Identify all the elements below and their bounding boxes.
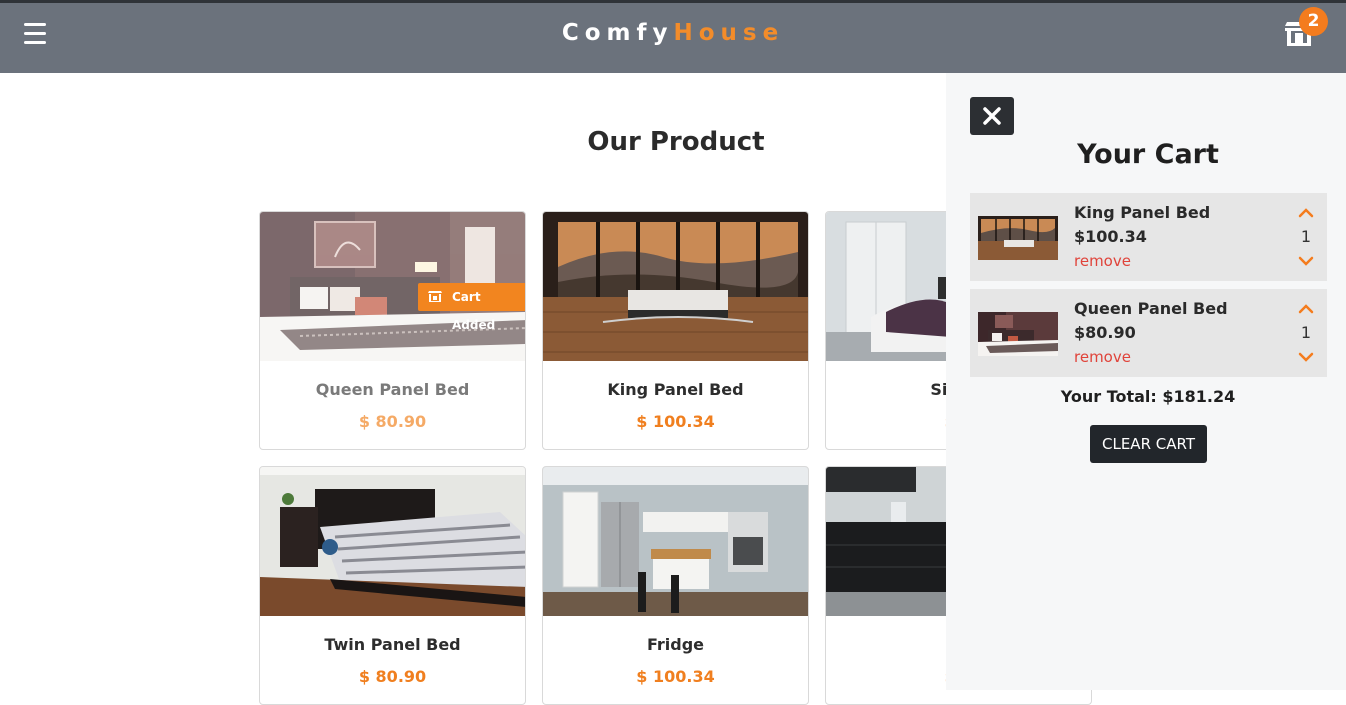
chevron-up-icon[interactable] xyxy=(1296,205,1316,221)
chevron-down-icon[interactable] xyxy=(1296,253,1316,269)
cart-total: Your Total: $181.24 xyxy=(1060,387,1236,406)
cart-title: Your Cart xyxy=(1077,139,1219,170)
cart-item: King Panel Bed $100.34 remove 1 xyxy=(970,193,1327,281)
brand-part1: Comfy xyxy=(561,20,674,46)
cart-count-badge: 2 xyxy=(1299,7,1328,36)
cart-icon xyxy=(428,291,442,302)
navbar: ComfyHouse 2 xyxy=(0,3,1346,73)
cart-added-button[interactable]: Cart Added xyxy=(418,283,525,332)
product-name: Queen Panel Bed xyxy=(315,380,470,399)
cart-item-remove-link[interactable]: remove xyxy=(1074,252,1131,270)
brand-part2: House xyxy=(673,20,785,46)
product-price: $ 100.34 xyxy=(636,667,715,686)
cart-item-thumbnail-king-bed xyxy=(978,216,1058,260)
product-image-king-bed xyxy=(543,212,808,361)
cart-item-price: $100.34 xyxy=(1074,227,1147,246)
close-icon xyxy=(983,107,1001,125)
clear-cart-button[interactable]: CLEAR CART xyxy=(1090,425,1207,463)
product-card[interactable]: Twin Panel Bed $ 80.90 xyxy=(259,466,526,705)
chevron-down-icon[interactable] xyxy=(1296,349,1316,365)
product-name: King Panel Bed xyxy=(607,380,744,399)
chevron-up-icon[interactable] xyxy=(1296,301,1316,317)
product-price: $ 100.34 xyxy=(636,412,715,431)
product-name: Fridge xyxy=(646,635,705,654)
cart-item-quantity: 1 xyxy=(1300,323,1312,342)
product-card[interactable]: Cart Added Queen Panel Bed $ 80.90 xyxy=(259,211,526,450)
brand-logo: ComfyHouse xyxy=(0,20,1346,46)
product-price: $ 80.90 xyxy=(358,412,427,431)
product-image-twin-bed xyxy=(260,467,525,616)
product-card[interactable]: Fridge $ 100.34 xyxy=(542,466,809,705)
cart-item-name: King Panel Bed xyxy=(1074,203,1211,222)
cart-item-name: Queen Panel Bed xyxy=(1074,299,1228,318)
product-name: Twin Panel Bed xyxy=(324,635,461,654)
close-cart-button[interactable] xyxy=(970,97,1014,135)
cart-item-remove-link[interactable]: remove xyxy=(1074,348,1131,366)
product-image-fridge xyxy=(543,467,808,616)
cart-item-price: $80.90 xyxy=(1074,323,1136,342)
cart-item-thumbnail-queen-bed xyxy=(978,312,1058,356)
cart-item: Queen Panel Bed $80.90 remove 1 xyxy=(970,289,1327,377)
cart-item-quantity: 1 xyxy=(1300,227,1312,246)
product-price: $ 80.90 xyxy=(358,667,427,686)
product-card[interactable]: King Panel Bed $ 100.34 xyxy=(542,211,809,450)
cart-added-label: Cart Added xyxy=(452,290,496,332)
